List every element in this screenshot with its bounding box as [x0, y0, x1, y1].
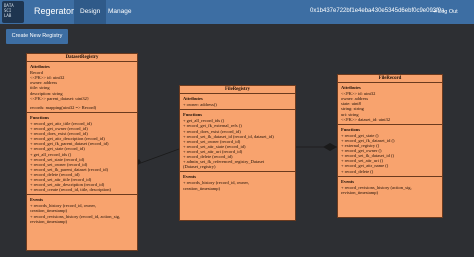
class-file-record[interactable]: FileRecord Attributes <<PK>> id: uint32 … — [337, 74, 443, 218]
attributes-section: Attributes <<PK>> id: uint32 owner: addr… — [338, 83, 442, 125]
events-section: Events + record_revisions_history (actio… — [338, 177, 442, 197]
class-title: FileRecord — [338, 75, 442, 84]
class-title: FileRegistry — [180, 86, 295, 95]
logo-text: DATA SCI LAB — [4, 3, 14, 18]
event-line: creation_timestamp) — [183, 185, 220, 191]
class-dataset-registry[interactable]: DatasetRegistry Attributes Record <<PK>>… — [26, 53, 138, 251]
attribute-line: + owner: address() — [183, 102, 217, 108]
functions-section: Functions + record_get_attr_title (recor… — [27, 113, 137, 196]
logout-button[interactable]: ⇥ Log Out — [432, 4, 472, 20]
tab-manage[interactable]: Manage — [102, 0, 138, 24]
create-registry-button[interactable]: Create New Registry — [6, 29, 68, 44]
attributes-section: Attributes Record <<PK>> id: uint32 owne… — [27, 62, 137, 113]
wallet-address: 0x1b437e722bf1e4eba430e5345d6ebf0c9e093f… — [310, 8, 445, 14]
function-line: (Dataset_registry) — [183, 164, 216, 170]
app-logo[interactable]: DATA SCI LAB — [2, 1, 24, 23]
edge-dataset-to-file — [137, 148, 180, 165]
top-navbar: DATA SCI LAB Regerator Design Manage 0x1… — [0, 0, 474, 24]
diagram-canvas: DatasetRegistry Attributes Record <<PK>>… — [0, 47, 474, 257]
class-title: DatasetRegistry — [27, 54, 137, 63]
function-line: + record_create (record_id, title, descr… — [30, 187, 111, 193]
events-section: Events + records_history (record_id, own… — [27, 195, 137, 225]
event-line: + record_revisions_history (record_id, a… — [30, 213, 121, 219]
function-line: + record_delete () — [341, 168, 374, 174]
attribute-line: records: mapping(uint32 => Record) — [30, 104, 97, 110]
event-line: revision_timestamp) — [341, 189, 378, 195]
attribute-line: <<FK>> dataset_id: uint32 — [341, 116, 391, 122]
class-file-registry[interactable]: FileRegistry Attributes + owner: address… — [179, 85, 296, 221]
attributes-section: Attributes + owner: address() — [180, 94, 295, 111]
events-section: Events + records_history (record_id, own… — [180, 172, 295, 192]
event-line: revision_timestamp) — [30, 218, 67, 224]
functions-section: Functions + get_all_record_ids () + reco… — [180, 110, 295, 173]
functions-section: Functions + record_get_state () + record… — [338, 125, 442, 177]
logout-label: Log Out — [438, 9, 458, 15]
edge-file-to-filerecord-diamond — [323, 143, 337, 151]
logout-icon: ⇥ — [432, 9, 437, 15]
brand-title[interactable]: Regerator — [34, 6, 74, 16]
